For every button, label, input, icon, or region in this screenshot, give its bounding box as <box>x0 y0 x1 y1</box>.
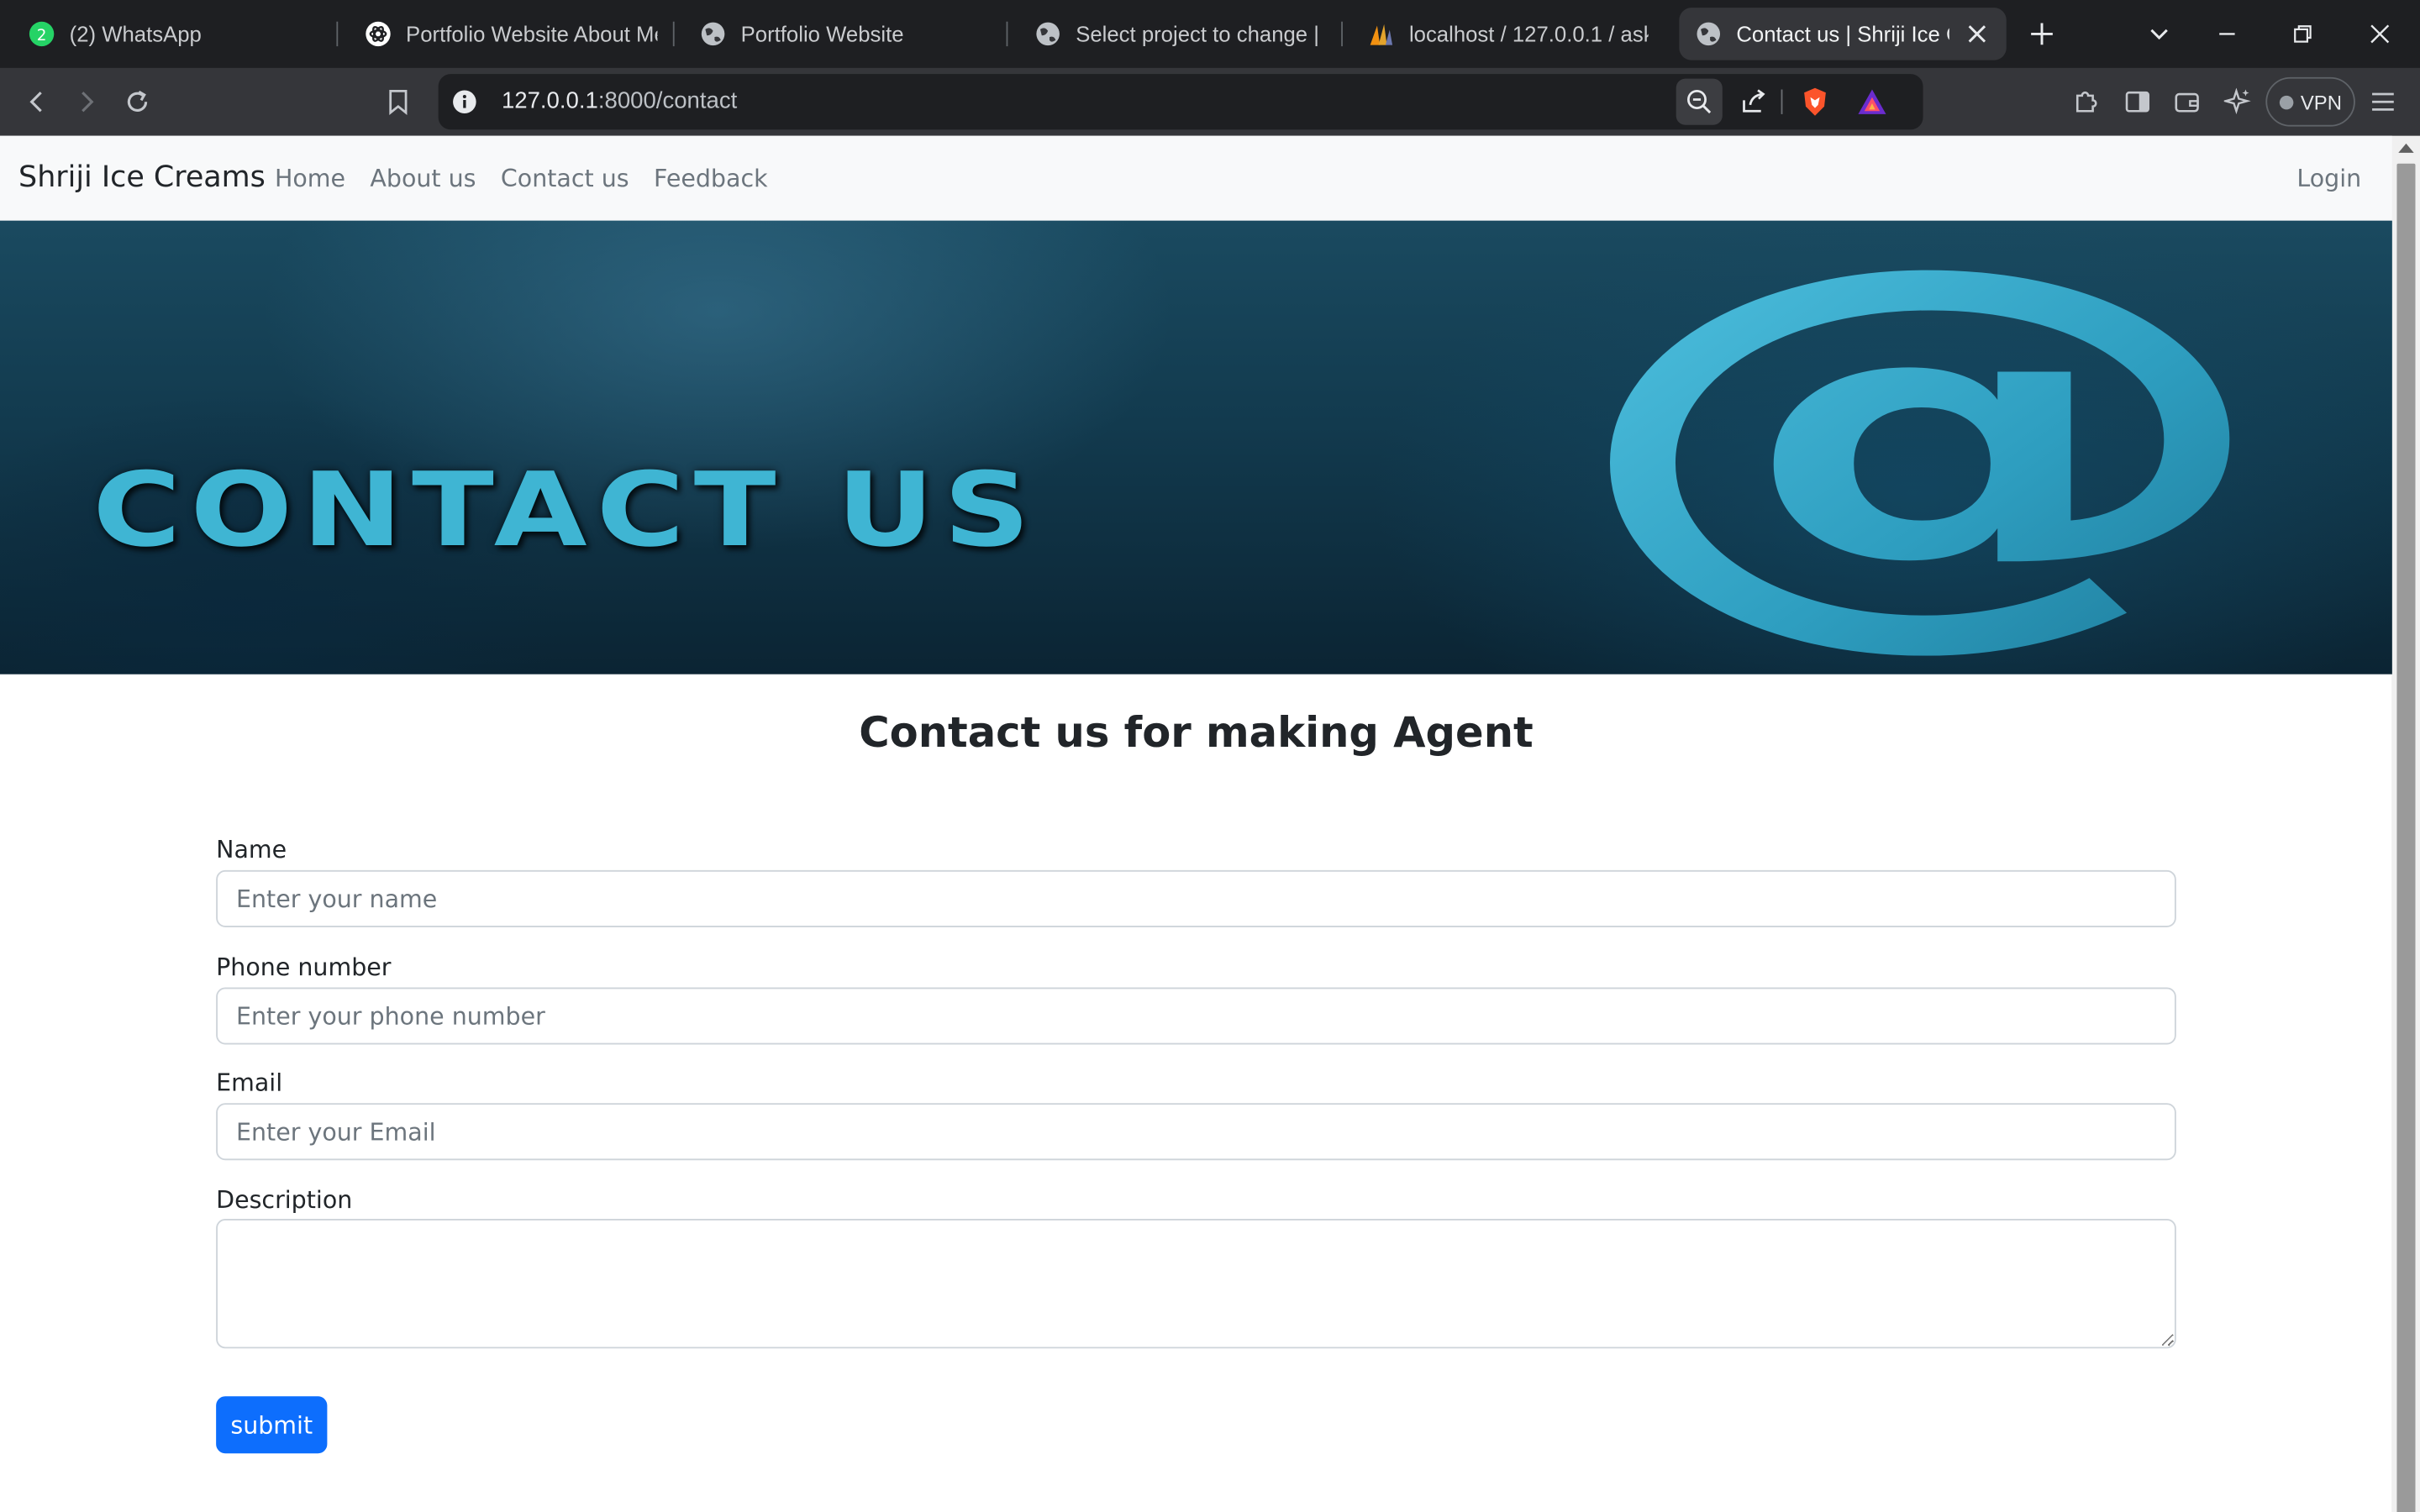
site-info-icon[interactable] <box>450 88 478 116</box>
url-path: :8000/contact <box>597 87 738 114</box>
tab-portfolio[interactable]: Portfolio Website <box>684 8 1005 60</box>
back-arrow-icon <box>29 92 42 113</box>
tab-contact-active[interactable]: Contact us | Shriji Ice Cr <box>1679 8 2007 60</box>
minimize-icon <box>2219 33 2235 35</box>
at-sign-icon: @ <box>1563 239 2281 656</box>
scrollbar-thumb[interactable] <box>2396 163 2416 1512</box>
bookmark-button[interactable] <box>376 81 419 123</box>
tab-title: Select project to change | Dj <box>1076 21 1318 47</box>
menu-button[interactable] <box>2361 81 2404 123</box>
tab-title: Contact us | Shriji Ice Cr <box>1736 21 1949 47</box>
tab-separator <box>672 21 675 47</box>
back-button[interactable] <box>15 81 58 123</box>
sidebar-icon <box>2125 91 2150 113</box>
page-title: Contact us for making Agent <box>859 709 1534 758</box>
tab-separator <box>1341 21 1343 47</box>
nav-about[interactable]: About us <box>370 165 476 193</box>
new-tab-button[interactable] <box>2020 13 2063 55</box>
banner-title: CONTACT US <box>92 452 1039 570</box>
name-input[interactable] <box>216 869 2176 927</box>
tab-whatsapp[interactable]: 2 (2) WhatsApp <box>13 8 337 60</box>
email-input[interactable] <box>216 1103 2176 1161</box>
browser-window: 2 (2) WhatsApp Portfolio Website About M… <box>0 0 2420 1512</box>
tab-strip: 2 (2) WhatsApp Portfolio Website About M… <box>0 0 2420 68</box>
url-host: 127.0.0.1 <box>501 87 598 114</box>
puzzle-icon <box>2075 91 2097 113</box>
restore-button[interactable] <box>2281 13 2324 55</box>
whatsapp-badge: 2 <box>37 27 47 45</box>
browser-toolbar: 127.0.0.1:8000/contact VPN <box>0 67 2420 136</box>
restore-icon <box>2294 25 2312 43</box>
openai-icon <box>364 20 392 48</box>
tab-django-admin[interactable]: Select project to change | Dj <box>1018 8 1334 60</box>
forward-arrow-icon <box>82 92 94 113</box>
whatsapp-icon: 2 <box>28 20 55 48</box>
brave-shields-icon[interactable] <box>1798 85 1832 118</box>
close-icon[interactable] <box>1963 20 1991 48</box>
zoom-out-icon <box>1687 89 1712 114</box>
sparkle-icon <box>2223 87 2251 115</box>
url-text[interactable]: 127.0.0.1:8000/contact <box>502 88 737 114</box>
close-icon <box>2370 24 2390 44</box>
tab-title: localhost / 127.0.0.1 / askme <box>1408 21 1649 47</box>
divider <box>1781 89 1783 114</box>
description-textarea[interactable] <box>216 1219 2176 1349</box>
chevron-down-icon <box>2150 29 2168 40</box>
globe-icon <box>1695 20 1723 48</box>
wallet-icon <box>2175 92 2199 113</box>
nav-contact[interactable]: Contact us <box>501 165 629 193</box>
phone-label: Phone number <box>216 953 392 982</box>
close-window-button[interactable] <box>2359 13 2402 55</box>
tab-phpmyadmin[interactable]: localhost / 127.0.0.1 / askme <box>1352 8 1664 60</box>
page-scrollbar[interactable] <box>2391 135 2420 1512</box>
brave-rewards-icon[interactable] <box>1855 85 1889 118</box>
globe-icon <box>1034 20 1062 48</box>
sidebar-button[interactable] <box>2116 81 2159 123</box>
vpn-label: VPN <box>2300 90 2342 114</box>
nav-links: Home About us Contact us Feedback <box>275 165 768 193</box>
leo-ai-button[interactable] <box>2217 81 2260 123</box>
scroll-up-icon[interactable] <box>2398 143 2414 153</box>
share-icon[interactable] <box>1736 85 1770 118</box>
plus-icon <box>2031 23 2053 45</box>
zoom-button[interactable] <box>1676 78 1723 125</box>
tab-separator <box>1006 21 1008 47</box>
tab-title: Portfolio Website About Me <box>406 21 658 47</box>
site-navbar: Shriji Ice Creams Home About us Contact … <box>0 135 2392 221</box>
login-link[interactable]: Login <box>2296 165 2361 193</box>
minimize-button[interactable] <box>2206 13 2249 55</box>
forward-button[interactable] <box>65 81 108 123</box>
phpmyadmin-icon <box>1367 20 1395 48</box>
name-label: Name <box>216 836 287 864</box>
tab-title: (2) WhatsApp <box>69 21 202 47</box>
site-brand[interactable]: Shriji Ice Creams <box>18 160 266 194</box>
wallet-button[interactable] <box>2165 81 2208 123</box>
banner-symbol: @ <box>1563 239 2281 656</box>
contact-banner-image: CONTACT US @ <box>0 220 2392 675</box>
submit-button[interactable]: submit <box>216 1396 328 1454</box>
hamburger-icon <box>2372 92 2394 111</box>
tab-portfolio-about[interactable]: Portfolio Website About Me <box>349 8 673 60</box>
vpn-button[interactable]: VPN <box>2265 76 2355 127</box>
tab-separator <box>336 21 339 47</box>
globe-icon <box>699 20 727 48</box>
phone-input[interactable] <box>216 987 2176 1045</box>
vpn-status-icon <box>2279 94 2293 109</box>
description-label: Description <box>216 1186 353 1215</box>
tab-search-button[interactable] <box>2138 13 2181 55</box>
bookmark-icon <box>389 89 408 115</box>
reload-button[interactable] <box>116 81 159 123</box>
extensions-button[interactable] <box>2065 81 2108 123</box>
reload-icon <box>127 90 148 112</box>
tab-title: Portfolio Website <box>740 21 904 47</box>
address-bar[interactable]: 127.0.0.1:8000/contact <box>438 74 1923 130</box>
nav-home[interactable]: Home <box>275 165 345 193</box>
web-page: Shriji Ice Creams Home About us Contact … <box>0 135 2392 1512</box>
nav-feedback[interactable]: Feedback <box>654 165 768 193</box>
email-label: Email <box>216 1068 283 1097</box>
